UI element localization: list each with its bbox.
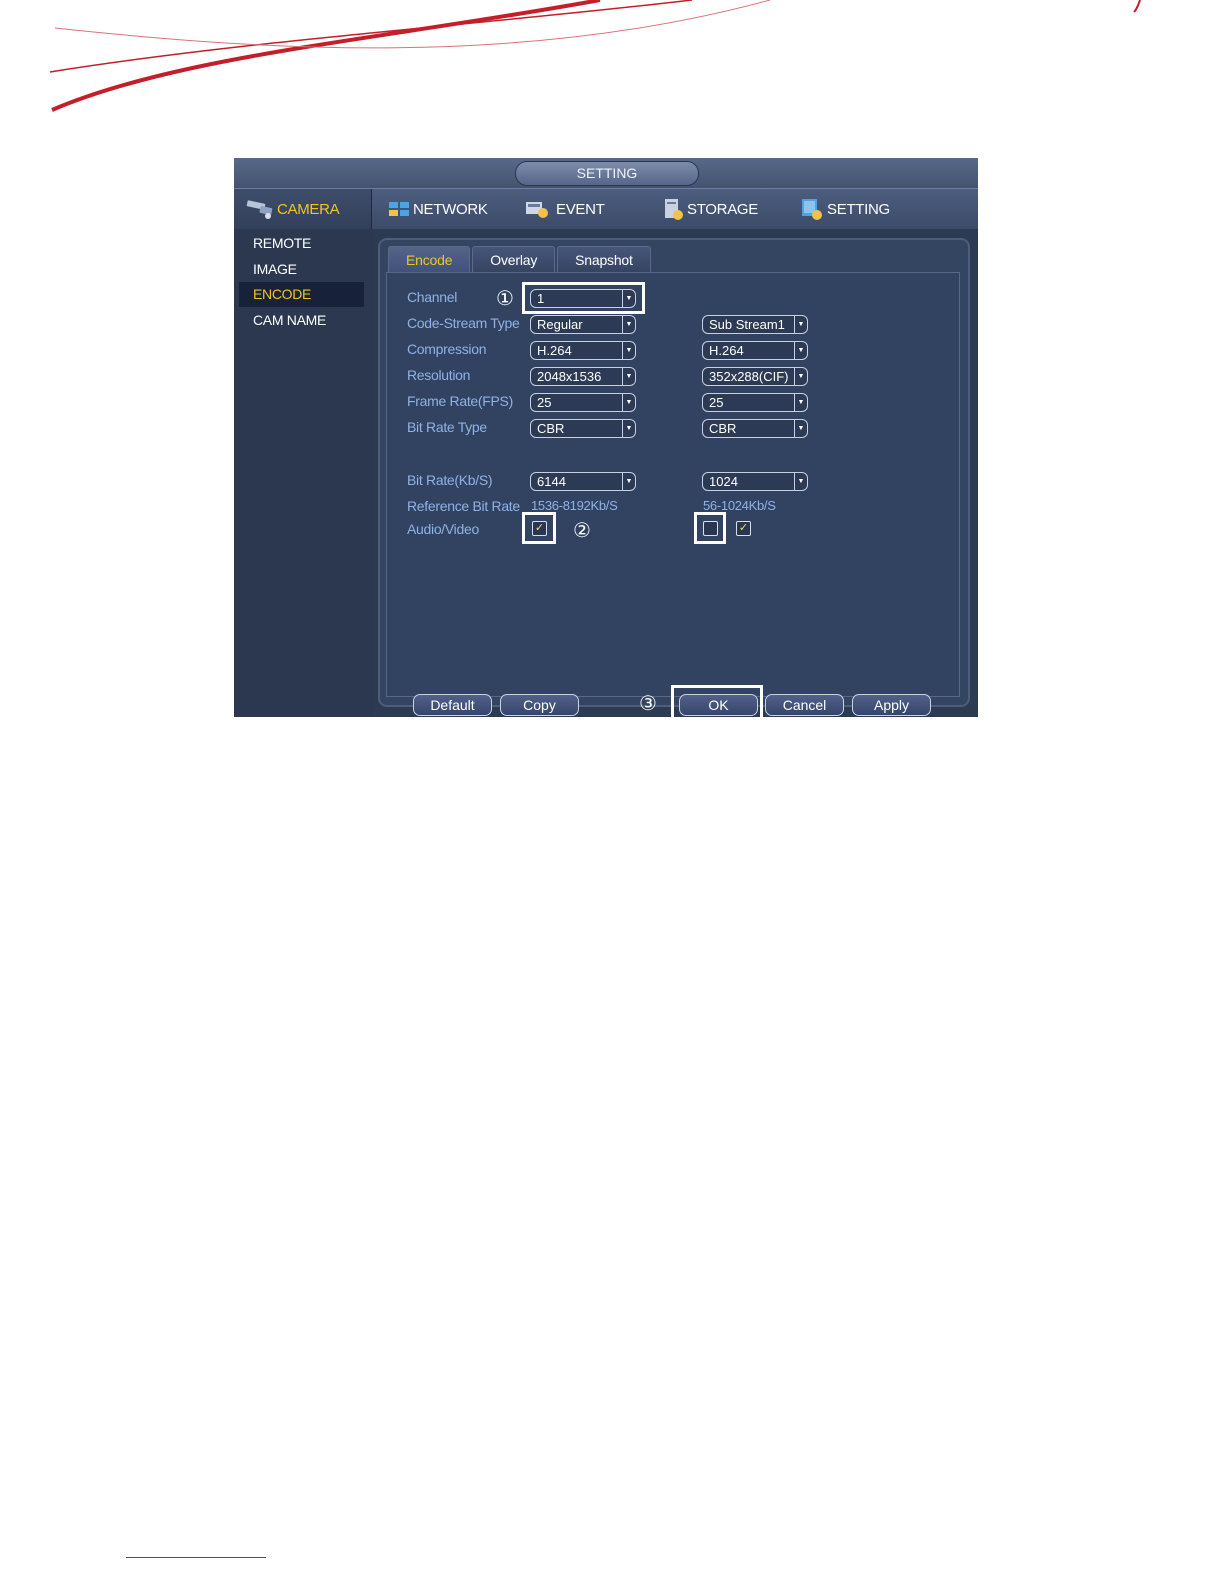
callout-ok-highlight bbox=[671, 685, 763, 717]
frame-rate-label: Frame Rate(FPS) bbox=[407, 393, 513, 409]
menu-setting-label: SETTING bbox=[827, 200, 890, 218]
reference-bit-rate-label: Reference Bit Rate bbox=[407, 498, 520, 514]
sub-bit-rate-value: 1024 bbox=[709, 474, 738, 489]
chevron-down-icon: ▼ bbox=[622, 420, 635, 437]
sub-resolution-value: 352x288(CIF) bbox=[709, 369, 789, 384]
camera-icon bbox=[246, 200, 273, 219]
sub-bit-rate-type-value: CBR bbox=[709, 421, 737, 436]
main-resolution-value: 2048x1536 bbox=[537, 369, 602, 384]
sub-resolution-select[interactable]: 352x288(CIF) ▼ bbox=[702, 367, 808, 386]
setting-icon bbox=[802, 199, 822, 220]
sub-compression-value: H.264 bbox=[709, 343, 744, 358]
main-compression-select[interactable]: H.264 ▼ bbox=[530, 341, 636, 360]
main-bit-rate-type-value: CBR bbox=[537, 421, 565, 436]
main-bit-rate-value: 6144 bbox=[537, 474, 566, 489]
tab-snapshot[interactable]: Snapshot bbox=[557, 246, 651, 274]
callout-channel-highlight bbox=[522, 282, 645, 314]
sub-reference-bit-rate: 56-1024Kb/S bbox=[703, 498, 776, 513]
network-icon bbox=[389, 202, 409, 216]
callout-sub-checkbox-highlight bbox=[694, 512, 726, 544]
chevron-down-icon: ▼ bbox=[794, 473, 807, 490]
resolution-label: Resolution bbox=[407, 367, 471, 383]
bit-rate-label: Bit Rate(Kb/S) bbox=[407, 472, 493, 488]
event-icon bbox=[526, 202, 548, 218]
encode-settings-panel: Encode Overlay Snapshot Channel Code-Str… bbox=[378, 238, 970, 717]
copy-button[interactable]: Copy bbox=[500, 694, 579, 716]
audio-video-label: Audio/Video bbox=[407, 521, 479, 537]
chevron-down-icon: ▼ bbox=[794, 420, 807, 437]
main-code-stream-value: Regular bbox=[537, 317, 583, 332]
chevron-down-icon: ▼ bbox=[794, 342, 807, 359]
chevron-down-icon: ▼ bbox=[622, 473, 635, 490]
main-reference-bit-rate: 1536-8192Kb/S bbox=[531, 498, 618, 513]
callout-number-3: ③ bbox=[639, 693, 657, 715]
tab-strip: Encode Overlay Snapshot bbox=[388, 246, 653, 274]
menu-setting[interactable]: SETTING bbox=[800, 189, 890, 229]
tab-overlay[interactable]: Overlay bbox=[472, 246, 556, 274]
sidebar-item-cam-name[interactable]: CAM NAME bbox=[239, 308, 364, 333]
chevron-down-icon: ▼ bbox=[794, 368, 807, 385]
sub-frame-rate-select[interactable]: 25 ▼ bbox=[702, 393, 808, 412]
main-frame-rate-value: 25 bbox=[537, 395, 552, 410]
sub-frame-rate-value: 25 bbox=[709, 395, 724, 410]
encode-form: Channel Code-Stream Type Compression Res… bbox=[386, 272, 960, 717]
top-menu-bar: CAMERA NETWORK EVENT STORAGE SETTING bbox=[234, 188, 978, 229]
sidebar-item-image[interactable]: IMAGE bbox=[239, 257, 364, 282]
menu-network-label: NETWORK bbox=[413, 200, 488, 218]
main-frame-rate-select[interactable]: 25 ▼ bbox=[530, 393, 636, 412]
main-compression-value: H.264 bbox=[537, 343, 572, 358]
menu-camera-label: CAMERA bbox=[277, 200, 340, 218]
sub-code-stream-select[interactable]: Sub Stream1 ▼ bbox=[702, 315, 808, 334]
bit-rate-type-label: Bit Rate Type bbox=[407, 419, 487, 435]
sidebar-item-remote[interactable]: REMOTE bbox=[239, 231, 364, 256]
compression-label: Compression bbox=[407, 341, 487, 357]
footer-link-underline bbox=[126, 1557, 266, 1558]
sub-code-stream-value: Sub Stream1 bbox=[709, 317, 785, 332]
sub-video-checkbox[interactable]: ✓ bbox=[736, 521, 751, 536]
chevron-down-icon: ▼ bbox=[794, 394, 807, 411]
callout-number-2: ② bbox=[573, 520, 591, 542]
chevron-down-icon: ▼ bbox=[622, 368, 635, 385]
sub-compression-select[interactable]: H.264 ▼ bbox=[702, 341, 808, 360]
tab-encode[interactable]: Encode bbox=[388, 246, 471, 274]
main-resolution-select[interactable]: 2048x1536 ▼ bbox=[530, 367, 636, 386]
main-bit-rate-type-select[interactable]: CBR ▼ bbox=[530, 419, 636, 438]
menu-network[interactable]: NETWORK bbox=[388, 189, 488, 229]
chevron-down-icon: ▼ bbox=[622, 316, 635, 333]
menu-camera[interactable]: CAMERA bbox=[246, 189, 340, 229]
chevron-down-icon: ▼ bbox=[622, 342, 635, 359]
code-stream-label: Code-Stream Type bbox=[407, 315, 520, 331]
menu-storage-label: STORAGE bbox=[687, 200, 758, 218]
main-bit-rate-select[interactable]: 6144 ▼ bbox=[530, 472, 636, 491]
menu-storage[interactable]: STORAGE bbox=[662, 189, 758, 229]
dvr-settings-window: SETTING CAMERA NETWORK EVENT STORAGE SET… bbox=[234, 158, 978, 717]
channel-label: Channel bbox=[407, 289, 458, 305]
sub-bit-rate-select[interactable]: 1024 ▼ bbox=[702, 472, 808, 491]
sub-bit-rate-type-select[interactable]: CBR ▼ bbox=[702, 419, 808, 438]
chevron-down-icon: ▼ bbox=[622, 394, 635, 411]
cancel-button[interactable]: Cancel bbox=[765, 694, 844, 716]
chevron-down-icon: ▼ bbox=[794, 316, 807, 333]
storage-icon bbox=[665, 199, 683, 220]
main-code-stream-select[interactable]: Regular ▼ bbox=[530, 315, 636, 334]
window-titlebar: SETTING bbox=[234, 158, 978, 188]
menu-event-label: EVENT bbox=[556, 200, 605, 218]
window-title: SETTING bbox=[515, 161, 699, 186]
apply-button[interactable]: Apply bbox=[852, 694, 931, 716]
header-swoosh-decoration bbox=[49, 0, 1141, 112]
sidebar: REMOTE IMAGE ENCODE CAM NAME bbox=[234, 229, 374, 717]
default-button[interactable]: Default bbox=[413, 694, 492, 716]
sidebar-item-encode[interactable]: ENCODE bbox=[239, 282, 364, 307]
menu-event[interactable]: EVENT bbox=[524, 189, 605, 229]
callout-number-1: ① bbox=[496, 288, 514, 310]
callout-main-checkbox-highlight bbox=[522, 512, 556, 544]
